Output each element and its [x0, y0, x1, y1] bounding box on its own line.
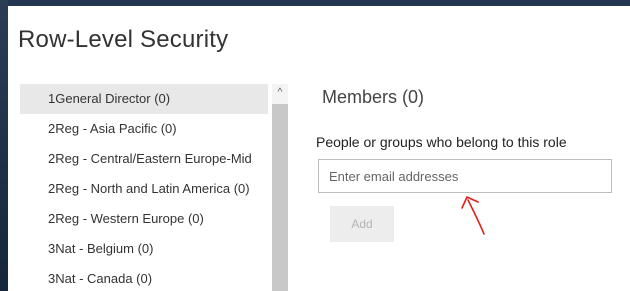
- dialog-title: Row-Level Security: [18, 26, 229, 53]
- chevron-up-icon[interactable]: ^: [272, 84, 288, 102]
- role-list[interactable]: 1General Director (0) 2Reg - Asia Pacifi…: [20, 84, 284, 291]
- scroll-thumb[interactable]: [272, 104, 288, 291]
- role-item[interactable]: 3Nat - Canada (0): [20, 264, 268, 291]
- role-item[interactable]: 2Reg - Asia Pacific (0): [20, 114, 268, 144]
- role-item[interactable]: 3Nat - Belgium (0): [20, 234, 268, 264]
- role-item[interactable]: 2Reg - North and Latin America (0): [20, 174, 268, 204]
- add-button[interactable]: Add: [330, 206, 394, 242]
- background-strip-left: [0, 0, 8, 291]
- people-groups-label: People or groups who belong to this role: [316, 134, 567, 150]
- role-item[interactable]: 2Reg - Western Europe (0): [20, 204, 268, 234]
- row-level-security-dialog: Row-Level Security 1General Director (0)…: [8, 6, 630, 291]
- red-arrow-icon: [461, 196, 485, 235]
- role-item[interactable]: 2Reg - Central/Eastern Europe-Mid: [20, 144, 268, 174]
- members-title: Members (0): [322, 87, 425, 107]
- role-item[interactable]: 1General Director (0): [20, 84, 268, 114]
- role-list-scrollbar[interactable]: ^: [272, 84, 288, 291]
